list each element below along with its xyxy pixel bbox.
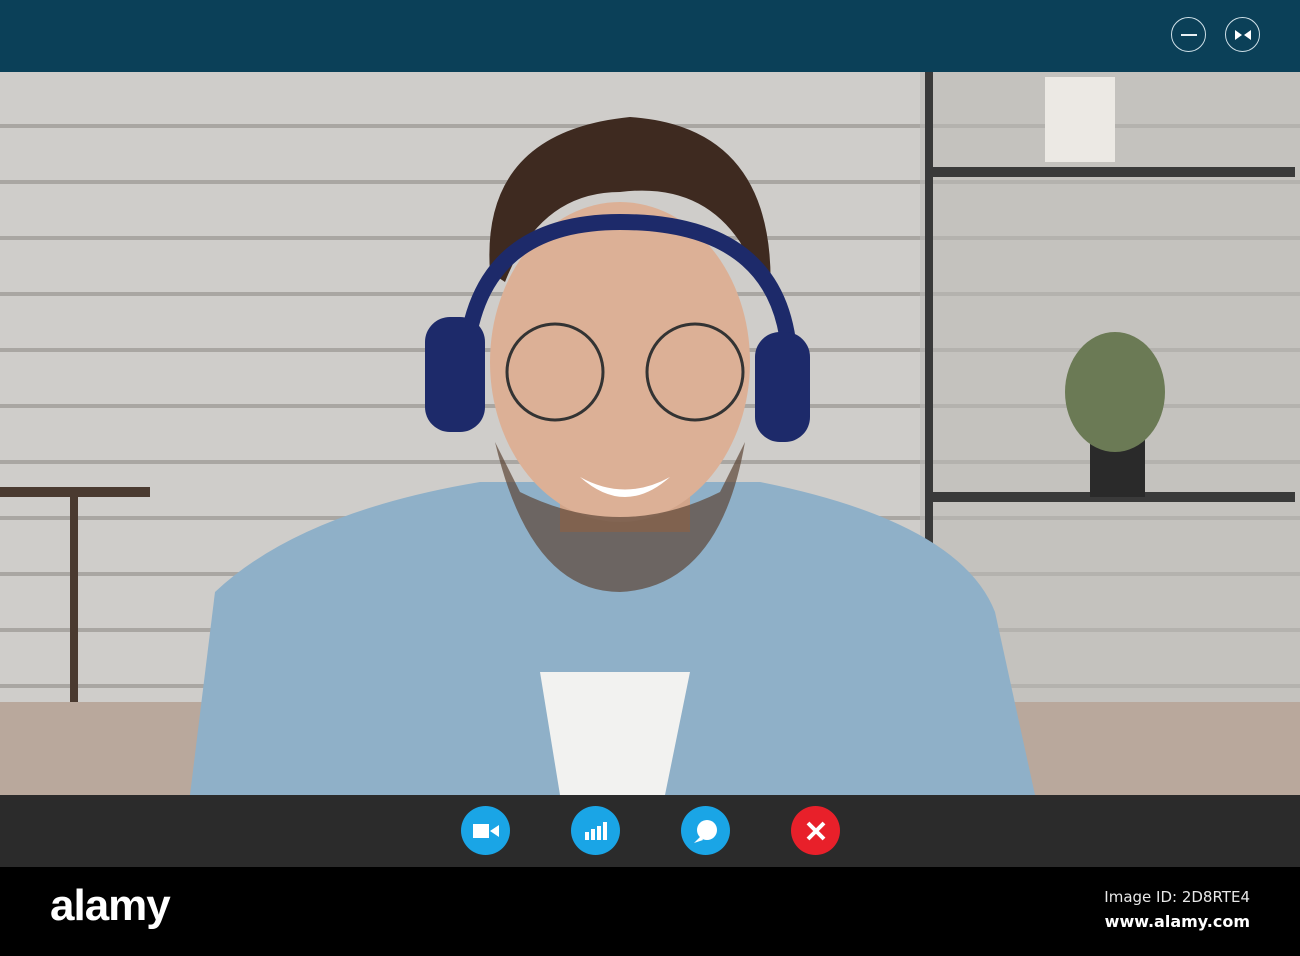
video-feed <box>0 72 1300 795</box>
video-camera-button[interactable] <box>461 806 510 855</box>
minimize-icon <box>1180 33 1197 36</box>
chat-button[interactable] <box>681 806 730 855</box>
alamy-logo: alamy <box>50 881 171 930</box>
title-bar <box>0 0 1300 72</box>
signal-button[interactable] <box>571 806 620 855</box>
participant-video <box>0 72 1300 795</box>
collapse-arrows-icon <box>1234 29 1251 40</box>
site-url: www.alamy.com <box>1104 912 1250 931</box>
video-camera-icon <box>472 823 499 838</box>
call-controls-bar <box>0 795 1300 867</box>
signal-bars-icon <box>584 821 607 840</box>
minimize-button[interactable] <box>1171 17 1206 52</box>
end-call-button[interactable] <box>791 806 840 855</box>
close-icon <box>806 821 825 840</box>
footer: alamy Image ID: 2D8RTE4 www.alamy.com <box>0 867 1300 956</box>
chat-bubble-icon <box>693 819 717 843</box>
image-id: Image ID: 2D8RTE4 <box>1104 888 1250 906</box>
collapse-button[interactable] <box>1225 17 1260 52</box>
